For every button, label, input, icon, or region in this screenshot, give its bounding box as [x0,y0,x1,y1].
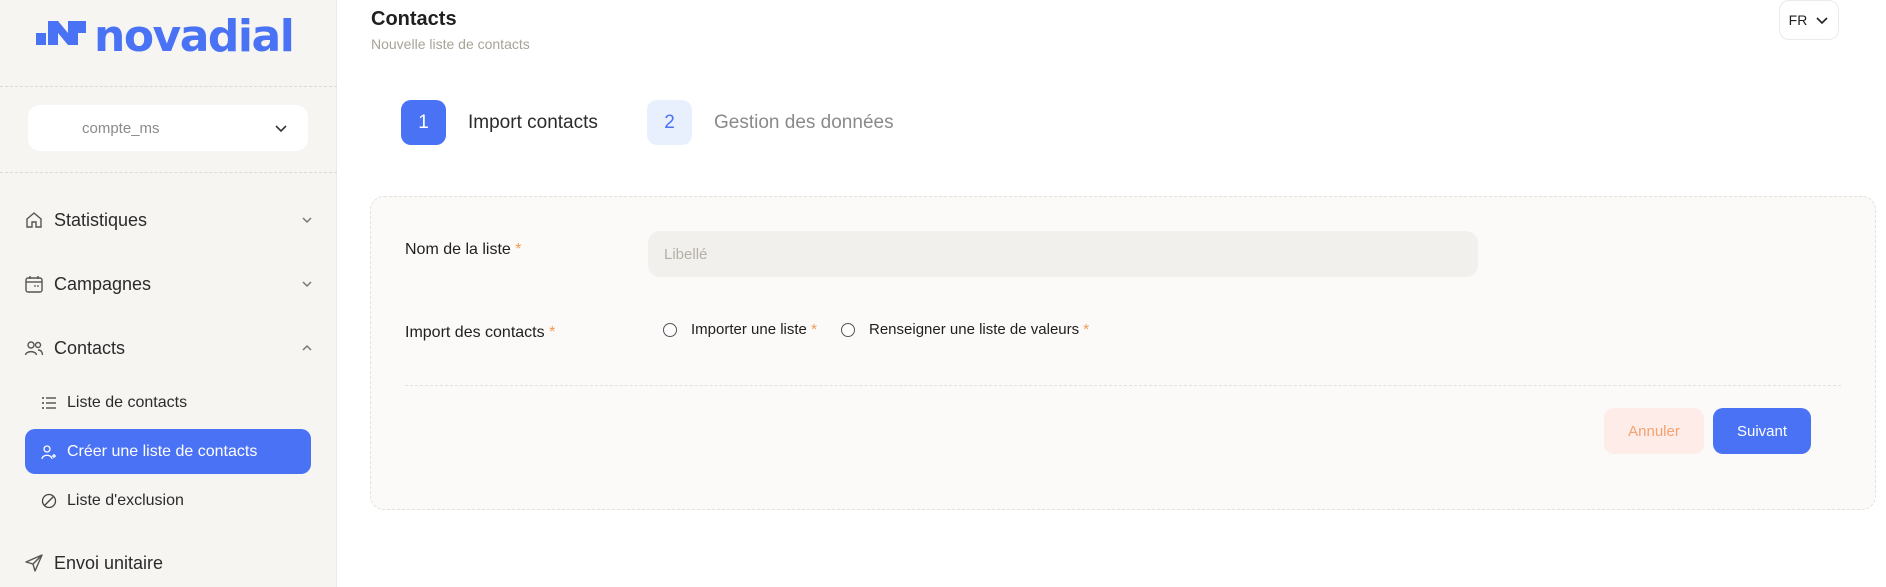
required-mark: * [515,241,522,258]
required-mark: * [549,324,556,341]
language-value: FR [1788,12,1808,28]
sidebar: novadial compte_ms Statistiques Campagne… [0,0,337,587]
send-icon [24,553,44,573]
logo-mark-icon [36,21,86,45]
chevron-down-icon [1816,17,1828,25]
radio-importer-liste[interactable]: Importer une liste * [663,321,817,338]
nav-item-contacts[interactable]: Contacts [24,330,314,366]
list-icon [41,395,57,411]
calendar-icon [24,274,44,294]
nav-item-label: Statistiques [54,209,148,230]
sidebar-divider [0,86,337,87]
next-button[interactable]: Suivant [1713,408,1811,454]
nav-item-envoi-unitaire[interactable]: Envoi unitaire [24,545,314,581]
sidebar-item-label: Créer une liste de contacts [67,442,258,460]
field-label-text: Nom de la liste [405,241,511,258]
account-select-value: compte_ms [82,119,160,137]
chevron-down-icon [302,217,312,224]
radio-label: Renseigner une liste de valeurs [869,321,1080,338]
radio-label: Importer une liste [691,321,807,338]
user-add-icon [41,444,57,460]
list-name-input[interactable] [648,231,1478,277]
nav-item-label: Contacts [54,337,126,358]
language-select[interactable]: FR [1779,0,1839,40]
radio-button[interactable] [841,322,855,337]
form-card: Nom de la liste * Import des contacts * … [370,196,1876,510]
users-icon [24,338,44,358]
chevron-up-icon [302,344,312,351]
step-import[interactable]: 1 Import contacts [401,100,598,145]
required-mark: * [811,321,817,338]
field-label-text: Import des contacts [405,324,545,341]
required-mark: * [1083,321,1090,338]
brand-name: novadial [94,10,295,62]
nav-item-label: Campagnes [54,273,152,294]
sidebar-divider [0,172,337,173]
home-icon [24,210,44,230]
nav-item-statistiques[interactable]: Statistiques [24,202,314,238]
page-title: Contacts [371,8,457,30]
step-label: Gestion des données [714,111,894,133]
nav-item-campagnes[interactable]: Campagnes [24,266,314,302]
field-label-import: Import des contacts * [405,324,555,342]
sidebar-item-creer-liste[interactable]: Créer une liste de contacts [25,429,311,474]
radio-button[interactable] [663,322,677,337]
step-number: 2 [647,100,692,145]
page-subtitle: Nouvelle liste de contacts [371,36,530,52]
ban-icon [41,493,57,509]
sidebar-item-label: Liste d'exclusion [67,491,184,509]
account-select[interactable]: compte_ms [28,105,308,151]
step-label: Import contacts [468,111,598,133]
brand-logo[interactable]: novadial [36,8,295,64]
sidebar-item-liste-exclusion[interactable]: Liste d'exclusion [25,478,311,523]
step-number: 1 [401,100,446,145]
sidebar-item-label: Liste de contacts [67,393,188,411]
radio-renseigner-valeurs[interactable]: Renseigner une liste de valeurs * [841,321,1089,338]
step-gestion[interactable]: 2 Gestion des données [647,100,894,145]
field-label-nom: Nom de la liste * [405,241,522,259]
sidebar-item-liste-de-contacts[interactable]: Liste de contacts [25,380,311,425]
form-divider [405,385,1841,386]
chevron-down-icon [275,125,287,133]
chevron-down-icon [302,281,312,288]
nav-item-label: Envoi unitaire [54,552,164,573]
cancel-button[interactable]: Annuler [1604,408,1704,454]
